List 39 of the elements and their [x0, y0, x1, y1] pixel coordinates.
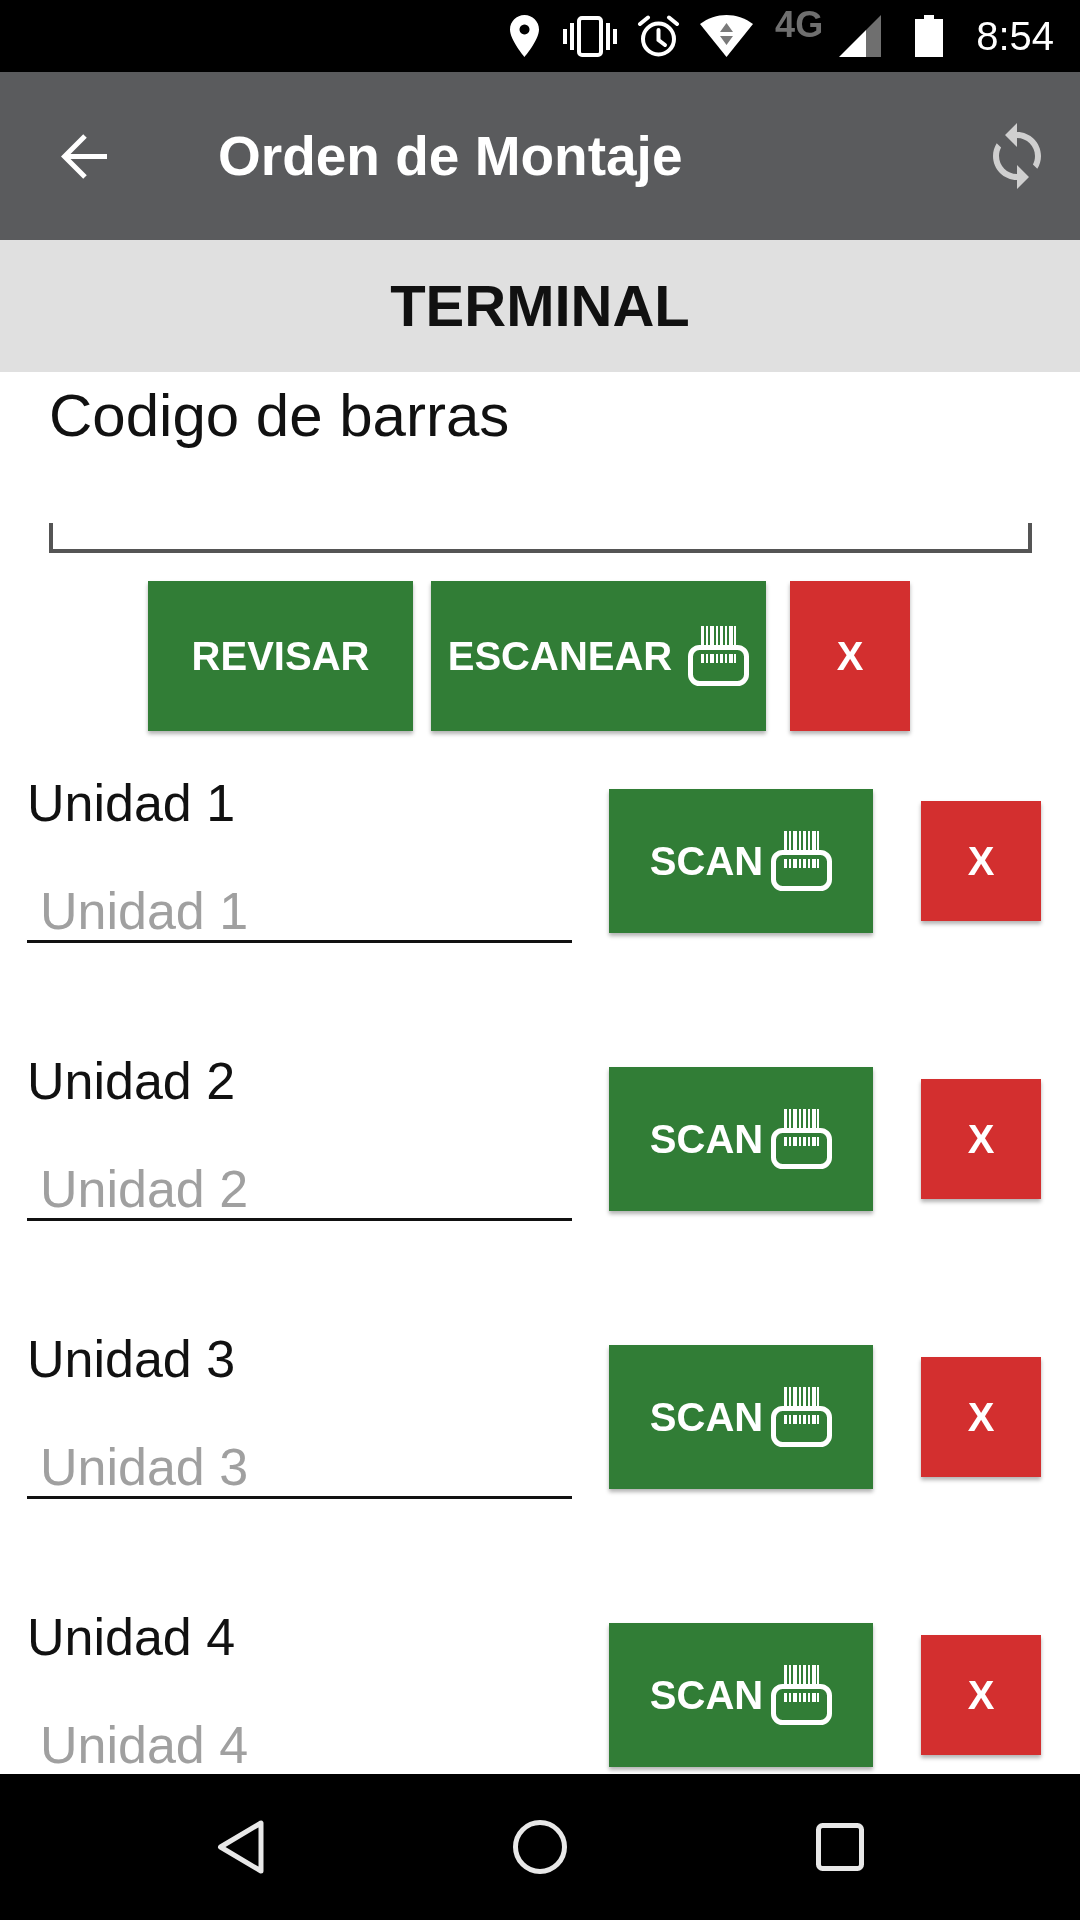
wifi-icon	[700, 15, 754, 57]
scan-button[interactable]: SCAN	[609, 1623, 873, 1767]
back-icon[interactable]	[217, 1820, 264, 1874]
clear-button[interactable]: X	[921, 801, 1041, 921]
back-arrow-icon[interactable]	[61, 132, 109, 180]
screen-title: Orden de Montaje	[218, 124, 683, 188]
input-field[interactable]: Unidad 3	[27, 1426, 572, 1499]
scanner-icon	[771, 1387, 833, 1447]
field-label: Unidad 2	[27, 1051, 236, 1111]
recent-apps-icon[interactable]	[816, 1823, 864, 1871]
review-button[interactable]: REVISAR	[148, 581, 413, 731]
home-icon[interactable]	[513, 1820, 567, 1874]
field-label: Codigo de barras	[49, 381, 510, 451]
scan-button[interactable]: SCAN	[609, 789, 873, 933]
battery-icon	[915, 15, 944, 57]
scanner-icon	[771, 1109, 833, 1169]
location-pin-icon	[510, 15, 540, 57]
input-field[interactable]: Unidad 1	[27, 870, 572, 943]
clear-button[interactable]: X	[921, 1357, 1041, 1477]
field-label: Unidad 3	[27, 1329, 236, 1389]
scanner-icon	[771, 831, 833, 891]
signal-icon	[839, 15, 882, 57]
input-field[interactable]: Unidad 2	[27, 1148, 572, 1221]
clear-button[interactable]: X	[921, 1079, 1041, 1199]
field-label: Unidad 4	[27, 1607, 236, 1667]
refresh-icon[interactable]	[993, 123, 1041, 189]
clear-button[interactable]: X	[790, 581, 910, 731]
scan-button[interactable]: SCAN	[609, 1345, 873, 1489]
field-label: Unidad 1	[27, 773, 236, 833]
network-type: 4G	[775, 7, 824, 43]
clear-button[interactable]: X	[921, 1635, 1041, 1755]
scanner-icon	[771, 1665, 833, 1725]
vibrate-icon	[563, 15, 618, 57]
scanner-icon	[688, 626, 750, 686]
status-time: 8:54	[976, 13, 1054, 59]
scan-button[interactable]: ESCANEAR	[431, 581, 766, 731]
scan-button[interactable]: SCAN	[609, 1067, 873, 1211]
section-title: TERMINAL	[390, 273, 690, 339]
alarm-clock-icon	[637, 15, 681, 57]
